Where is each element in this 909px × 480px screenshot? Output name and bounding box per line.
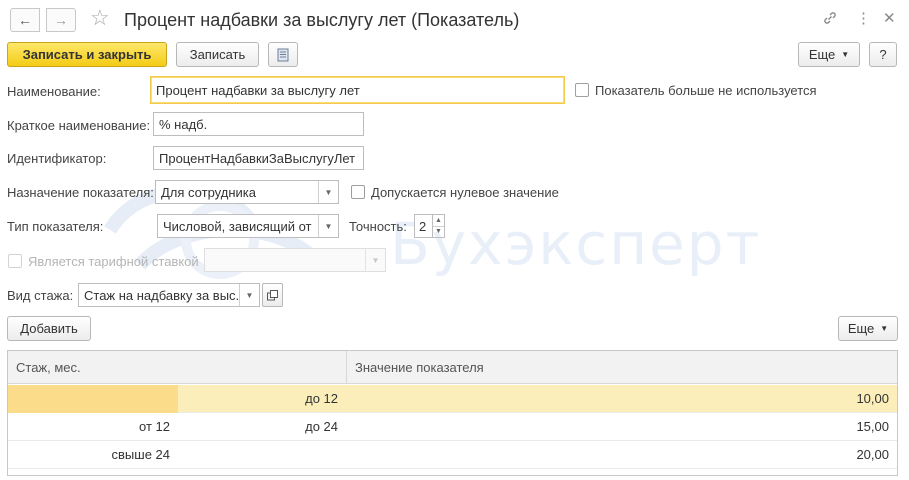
type-value: Числовой, зависящий от bbox=[163, 218, 312, 234]
name-label: Наименование: bbox=[7, 84, 101, 99]
table-row[interactable]: от 12 до 24 15,00 bbox=[8, 413, 897, 441]
chevron-down-icon[interactable]: ▼ bbox=[239, 284, 259, 306]
column-header-value[interactable]: Значение показателя bbox=[346, 351, 897, 384]
arrow-left-icon: ← bbox=[18, 12, 32, 28]
table-header: Стаж, мес. Значение показателя bbox=[8, 351, 897, 384]
arrow-right-icon: → bbox=[54, 12, 68, 28]
type-select[interactable]: Числовой, зависящий от ▼ bbox=[157, 214, 339, 238]
cell-from[interactable]: свыше 24 bbox=[8, 441, 178, 469]
short-name-label: Краткое наименование: bbox=[7, 118, 151, 133]
stazh-table[interactable]: Стаж, мес. Значение показателя до 12 10,… bbox=[7, 350, 898, 476]
chevron-down-icon: ▼ bbox=[365, 249, 385, 271]
open-stazh-button[interactable] bbox=[262, 283, 283, 307]
not-used-checkbox[interactable] bbox=[575, 83, 589, 97]
stazh-label: Вид стажа: bbox=[7, 288, 74, 303]
table-row[interactable]: до 12 10,00 bbox=[8, 385, 897, 413]
add-row-button[interactable]: Добавить bbox=[7, 316, 91, 341]
precision-stepper[interactable]: ▲ ▼ bbox=[433, 214, 445, 238]
more-menu-button[interactable]: Еще ▼ bbox=[798, 42, 860, 67]
watermark-text: Бухэксперт bbox=[390, 210, 762, 278]
report-button[interactable] bbox=[268, 42, 298, 67]
zero-allowed-label: Допускается нулевое значение bbox=[371, 185, 559, 200]
tariff-checkbox bbox=[8, 254, 22, 268]
identifier-label: Идентификатор: bbox=[7, 151, 107, 166]
stazh-value: Стаж на надбавку за выс. bbox=[84, 287, 240, 303]
back-button[interactable]: ← bbox=[10, 8, 40, 32]
cell-value[interactable]: 15,00 bbox=[346, 413, 897, 441]
purpose-value: Для сотрудника bbox=[161, 184, 256, 200]
tariff-select: ▼ bbox=[204, 248, 386, 272]
close-icon[interactable]: ✕ bbox=[883, 10, 896, 28]
not-used-label: Показатель больше не используется bbox=[595, 83, 817, 98]
cell-to[interactable] bbox=[178, 441, 346, 469]
open-icon bbox=[267, 289, 278, 300]
type-label: Тип показателя: bbox=[7, 219, 104, 234]
cell-from[interactable]: от 12 bbox=[8, 413, 178, 441]
window-title: Процент надбавки за выслугу лет (Показат… bbox=[124, 10, 520, 30]
stazh-select[interactable]: Стаж на надбавку за выс. ▼ bbox=[78, 283, 260, 307]
cell-value[interactable]: 10,00 bbox=[346, 385, 897, 413]
help-button[interactable]: ? bbox=[869, 42, 897, 67]
precision-field[interactable]: 2 bbox=[414, 214, 433, 238]
purpose-select[interactable]: Для сотрудника ▼ bbox=[155, 180, 339, 204]
table-more-button[interactable]: Еще ▼ bbox=[838, 316, 898, 341]
cell-to[interactable]: до 12 bbox=[178, 385, 346, 413]
forward-button[interactable]: → bbox=[46, 8, 76, 32]
tariff-label: Является тарифной ставкой bbox=[28, 254, 199, 269]
cell-to[interactable]: до 24 bbox=[178, 413, 346, 441]
more-vertical-icon[interactable]: ⋮ bbox=[856, 10, 871, 28]
save-and-close-button[interactable]: Записать и закрыть bbox=[7, 42, 167, 67]
identifier-field[interactable]: ПроцентНадбавкиЗаВыслугуЛет bbox=[153, 146, 364, 170]
zero-allowed-checkbox[interactable] bbox=[351, 185, 365, 199]
chevron-down-icon[interactable]: ▼ bbox=[318, 215, 338, 237]
chevron-up-icon[interactable]: ▲ bbox=[433, 215, 444, 226]
precision-label: Точность: bbox=[349, 219, 407, 234]
title-bar: ← → ☆ Процент надбавки за выслугу лет (П… bbox=[0, 0, 909, 38]
document-list-icon bbox=[277, 48, 289, 61]
link-icon[interactable] bbox=[822, 10, 838, 31]
more-menu-label: Еще bbox=[808, 47, 836, 62]
chevron-down-icon: ▼ bbox=[880, 324, 889, 333]
chevron-down-icon: ▼ bbox=[841, 50, 850, 59]
chevron-down-icon[interactable]: ▼ bbox=[433, 225, 444, 238]
star-icon[interactable]: ☆ bbox=[90, 6, 110, 30]
chevron-down-icon[interactable]: ▼ bbox=[318, 181, 338, 203]
name-field[interactable]: Процент надбавки за выслугу лет bbox=[150, 76, 565, 104]
purpose-label: Назначение показателя: bbox=[7, 185, 154, 200]
table-more-label: Еще bbox=[847, 321, 875, 336]
cell-value[interactable]: 20,00 bbox=[346, 441, 897, 469]
short-name-field[interactable]: % надб. bbox=[153, 112, 364, 136]
column-header-stazh[interactable]: Стаж, мес. bbox=[8, 351, 346, 384]
table-row[interactable]: свыше 24 20,00 bbox=[8, 441, 897, 469]
cell-from[interactable] bbox=[8, 385, 178, 413]
save-button[interactable]: Записать bbox=[176, 42, 259, 67]
